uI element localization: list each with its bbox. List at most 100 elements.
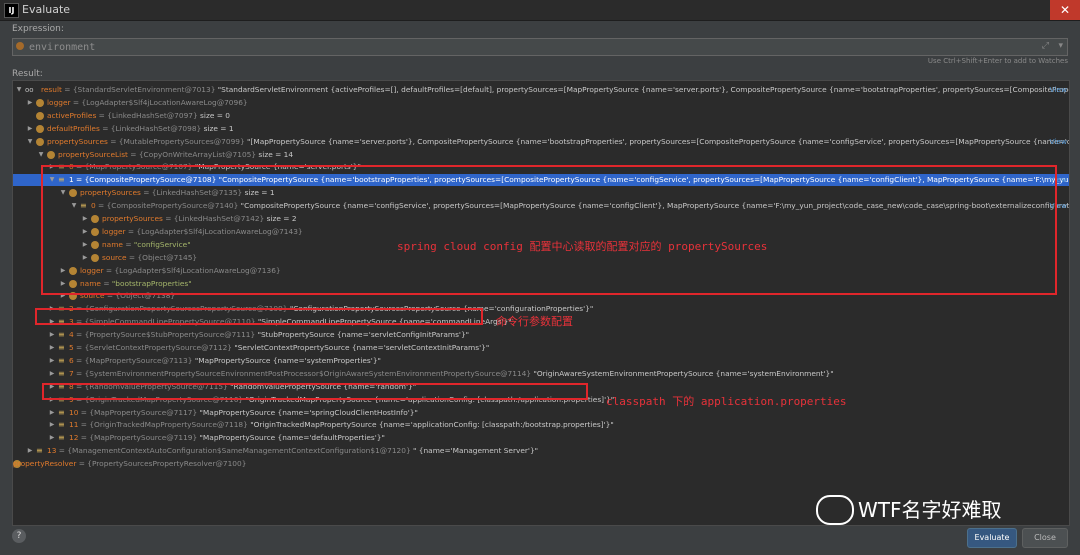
tree-row[interactable]: ▶ ≡ 6 = {MapPropertySource@7113} "MapPrope… (13, 355, 1069, 367)
tree-row[interactable]: ▶ ≡ 4 = {PropertySource$StubPropertySource… (13, 329, 1069, 341)
expression-input[interactable] (29, 39, 1029, 55)
collapse-arrow-icon[interactable]: ▼ (26, 136, 34, 148)
expand-arrow-icon[interactable]: ▶ (48, 329, 56, 341)
expand-arrow-icon[interactable]: ▶ (81, 226, 89, 238)
tree-row-text: 6 = {MapPropertySource@7113} "MapPropert… (69, 355, 381, 367)
node-value: "OriginTrackedMapPropertySource {name='a… (245, 394, 615, 404)
expand-arrow-icon[interactable]: ▶ (81, 239, 89, 251)
expand-arrow-icon[interactable]: ▶ (81, 213, 89, 225)
list-element-icon: ≡ (36, 446, 43, 456)
tree-row[interactable]: ▶ logger = {LogAdapter$Slf4jLocationAware… (13, 97, 1069, 109)
tree-row-text: activeProfiles = {LinkedHashSet@7097} si… (47, 110, 230, 122)
tree-row[interactable]: ▶ ≡ 7 = {SystemEnvironmentPropertySourceEn… (13, 368, 1069, 380)
node-type: {SimpleCommandLinePropertySource@7110} (84, 317, 256, 327)
tree-row[interactable]: ▶ ≡ 13 = {ManagementContextAutoConfigurati… (13, 445, 1069, 457)
expand-arrow-icon[interactable]: ▶ (48, 432, 56, 444)
node-value: "CompositePropertySource {name='bootstra… (218, 175, 1070, 185)
collapse-arrow-icon[interactable]: ▼ (59, 187, 67, 199)
field-icon (91, 240, 99, 249)
expand-arrow-icon[interactable]: ▶ (26, 445, 34, 457)
tree-row[interactable]: ▶ ≡ 10 = {MapPropertySource@7117} "MapProp… (13, 407, 1069, 419)
tree-row[interactable]: ▶ logger = {LogAdapter$Slf4jLocationAware… (13, 265, 1069, 277)
tree-row[interactable]: ▶ defaultProfiles = {LinkedHashSet@7098} … (13, 123, 1069, 135)
tree-row-text: result = {StandardServletEnvironment@701… (41, 84, 1069, 96)
equals-sign: = (140, 188, 152, 198)
tree-row-text: 1 = {CompositePropertySource@7108} "Comp… (69, 174, 1070, 186)
node-type: {PropertySourcesPropertyResolver@7100} (87, 459, 247, 469)
close-button[interactable]: Close (1022, 528, 1068, 548)
node-type: {ServletContextPropertySource@7112} (84, 343, 232, 352)
tree-row[interactable]: ▶ ≡ 9 = {OriginTrackedMapPropertySource@71… (13, 394, 1069, 406)
history-dropdown-icon[interactable]: ▾ (1058, 41, 1063, 51)
expand-arrow-icon[interactable]: ▶ (48, 381, 56, 393)
view-link[interactable]: View (1049, 136, 1067, 148)
tree-row[interactable]: ▶ ≡ 11 = {OriginTrackedMapPropertySource@7… (13, 419, 1069, 431)
expand-arrow-icon[interactable]: ▶ (26, 123, 34, 135)
tree-row[interactable]: ▼ propertySourceList = {CopyOnWriteArrayL… (13, 149, 1069, 161)
node-type: {LogAdapter$Slf4jLocationAwareLog@7143} (136, 226, 303, 236)
tree-row[interactable]: ▶ ≡ 5 = {ServletContextPropertySource@7112… (13, 342, 1069, 354)
expand-arrow-icon[interactable]: ▶ (59, 278, 67, 290)
annotation-classpath: classpath 下的 application.properties (606, 395, 847, 408)
expand-arrow-icon[interactable]: ▶ (48, 394, 56, 406)
equals-sign: = (73, 355, 85, 365)
expand-arrow-icon[interactable]: ▶ (48, 161, 56, 173)
tree-row[interactable]: ▼ ≡ 0 = {CompositePropertySource@7140} "Co… (13, 200, 1069, 212)
expand-arrow-icon[interactable]: ▶ (48, 407, 56, 419)
tree-row[interactable]: ▶ name = "bootstrapProperties" (13, 278, 1069, 290)
evaluate-button[interactable]: Evaluate (967, 528, 1017, 548)
expand-arrow-icon[interactable]: ▶ (48, 342, 56, 354)
equals-sign: = (73, 304, 85, 314)
help-button[interactable]: ? (12, 529, 26, 543)
tree-row[interactable]: ▶ source = {Object@7138} (13, 290, 1069, 302)
node-type: {LinkedHashSet@7142} (173, 214, 265, 223)
view-link[interactable]: View (1049, 174, 1067, 186)
view-link[interactable]: View (1049, 84, 1067, 96)
expand-arrow-icon[interactable]: ▶ (59, 290, 67, 302)
expand-arrow-icon[interactable]: ▶ (81, 252, 89, 264)
collapse-arrow-icon[interactable]: ▼ (15, 84, 23, 96)
tree-row[interactable]: ▶propertyResolver = {PropertySourcesProp… (13, 458, 1069, 470)
expand-arrow-icon[interactable]: ▶ (26, 97, 34, 109)
list-element-icon: ≡ (58, 407, 65, 417)
tree-row[interactable]: ▶ ≡ 0 = {MapPropertySource@7107} "MapPrope… (13, 161, 1069, 173)
expand-arrow-icon[interactable]: ▶ (48, 316, 56, 328)
tree-row-text: 12 = {MapPropertySource@7119} "MapProper… (69, 432, 385, 444)
equals-sign: = (122, 239, 134, 249)
list-element-icon: ≡ (58, 394, 65, 404)
tree-row-text: source = {Object@7145} (102, 252, 197, 264)
collapse-arrow-icon[interactable]: ▼ (70, 200, 78, 212)
tree-row-text: name = "bootstrapProperties" (80, 278, 192, 290)
tree-row[interactable]: ▶ propertySources = {LinkedHashSet@7142} … (13, 213, 1069, 225)
node-name: name (80, 278, 101, 288)
tree-row[interactable]: ▶ logger = {LogAdapter$Slf4jLocationAware… (13, 226, 1069, 238)
tree-row[interactable]: ▼ ≡ 1 = {CompositePropertySource@7108} "Co… (13, 174, 1070, 187)
expand-arrow-icon[interactable]: ▶ (59, 265, 67, 277)
tree-row[interactable]: ▶ ≡ 12 = {MapPropertySource@7119} "MapProp… (13, 432, 1069, 444)
result-tree[interactable]: ▼ oo result = {StandardServletEnvironment@… (12, 80, 1070, 526)
tree-row[interactable]: ▶ ≡ 8 = {RandomValuePropertySource@7115} "… (13, 381, 1069, 393)
node-value: size = 1 (244, 188, 275, 198)
expand-arrow-icon[interactable]: ▶ (48, 368, 56, 380)
tree-row[interactable]: activeProfiles = {LinkedHashSet@7097} si… (13, 110, 1069, 122)
list-element-icon: ≡ (80, 201, 87, 211)
tree-row[interactable]: ▼ oo result = {StandardServletEnvironment@… (13, 84, 1069, 96)
expand-arrow-icon[interactable]: ▶ (48, 419, 56, 431)
node-name: 13 (47, 446, 57, 456)
equals-sign: = (70, 97, 82, 107)
collapse-arrow-icon[interactable]: ▼ (48, 174, 56, 186)
expand-arrow-icon[interactable]: ▶ (48, 303, 56, 315)
equals-sign: = (73, 381, 85, 391)
collapse-arrow-icon[interactable]: ▼ (37, 149, 45, 161)
node-value: "[MapPropertySource {name='server.ports'… (247, 136, 1070, 146)
window-close-button[interactable]: ✕ (1050, 0, 1080, 20)
equals-sign: = (76, 459, 88, 469)
tree-row[interactable]: ▼ propertySources = {LinkedHashSet@7135} … (13, 187, 1069, 199)
title-bar: IJ Evaluate ✕ (0, 0, 1080, 21)
expand-arrow-icon[interactable]: ▶ (48, 355, 56, 367)
expand-icon[interactable]: ⤢ (1042, 41, 1049, 51)
tree-row[interactable]: ▼ propertySources = {MutablePropertySourc… (13, 136, 1069, 148)
view-link[interactable]: View (1049, 200, 1067, 212)
tree-row-text: 4 = {PropertySource$StubPropertySource@7… (69, 329, 469, 341)
intellij-app-icon: IJ (4, 3, 19, 18)
